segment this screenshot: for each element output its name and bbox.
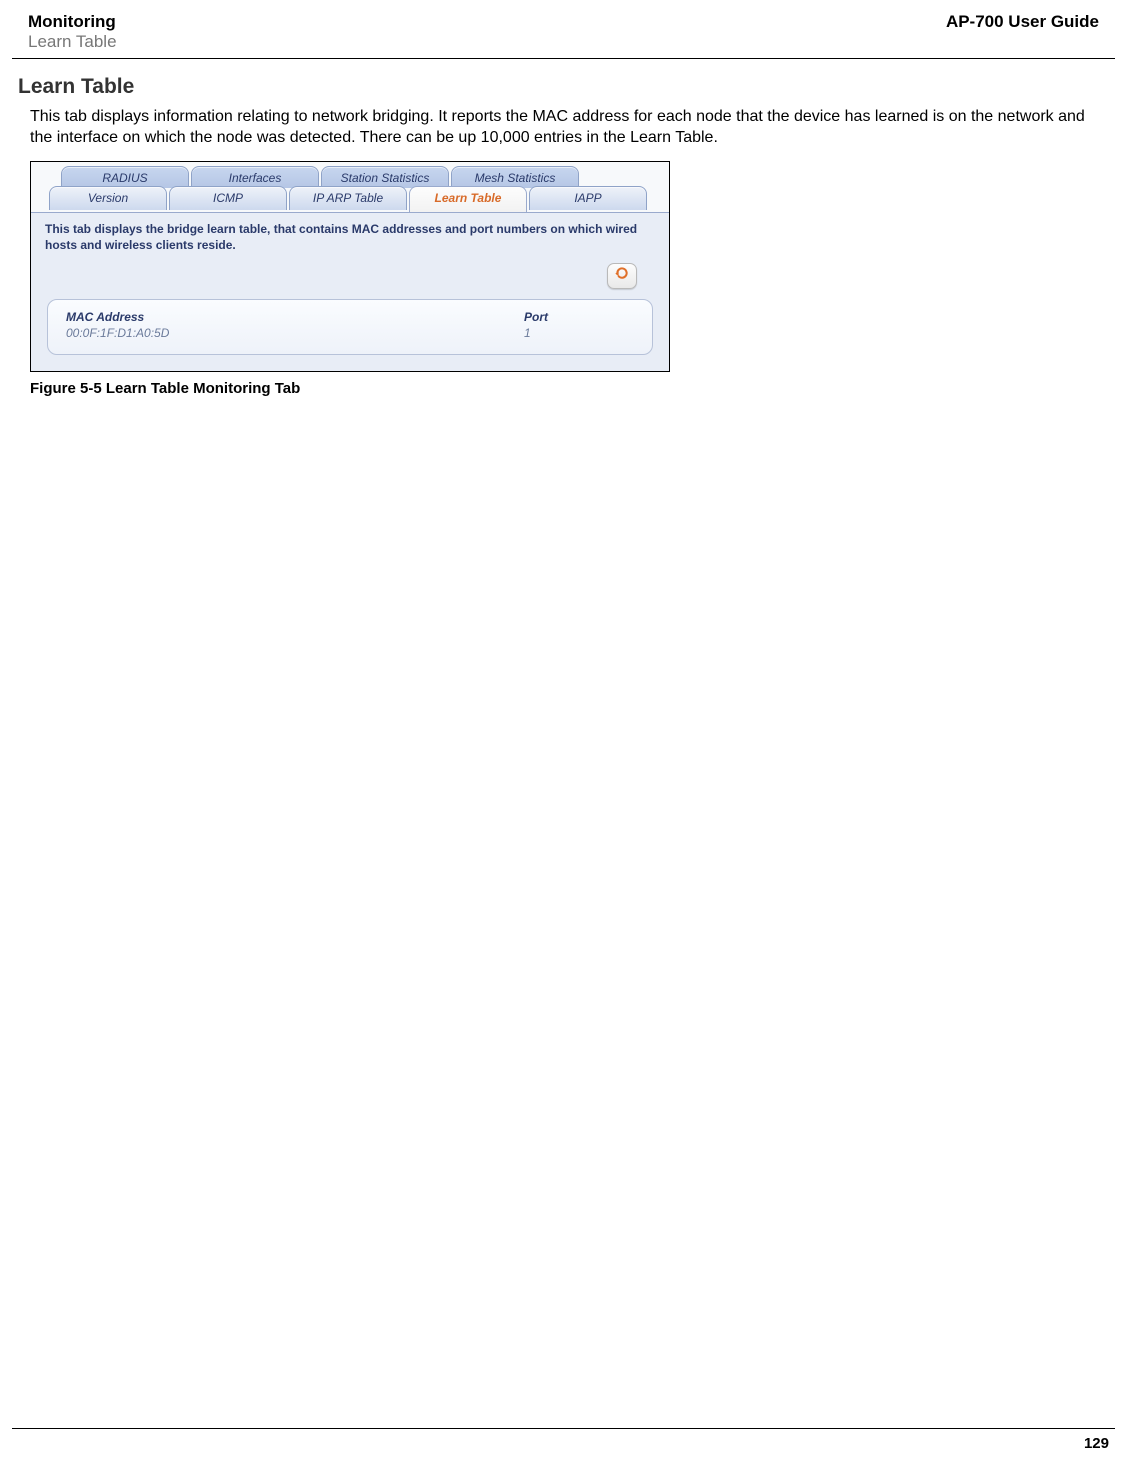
figure-caption: Figure 5-5 Learn Table Monitoring Tab [24,380,1103,397]
tab-mesh-statistics[interactable]: Mesh Statistics [451,166,579,188]
section-body: This tab displays information relating t… [24,107,1103,149]
page-number: 129 [1084,1435,1109,1452]
cell-mac: 00:0F:1F:D1:A0:5D [66,326,524,340]
tab-learn-table[interactable]: Learn Table [409,186,527,212]
header-subtitle: Learn Table [28,32,117,52]
col-header-mac: MAC Address [66,310,524,324]
col-header-port: Port [524,310,634,324]
learn-table-box: MAC Address Port 00:0F:1F:D1:A0:5D 1 [47,299,653,355]
header-guide: AP-700 User Guide [946,12,1099,52]
tab-ip-arp-table[interactable]: IP ARP Table [289,186,407,210]
header-title: Monitoring [28,12,117,32]
page-content: Learn Table This tab displays informatio… [0,59,1127,397]
tab-iapp[interactable]: IAPP [529,186,647,210]
tabs-back-row: RADIUS Interfaces Station Statistics Mes… [43,166,669,188]
refresh-icon [614,265,630,286]
tab-version[interactable]: Version [49,186,167,210]
tab-station-statistics[interactable]: Station Statistics [321,166,449,188]
refresh-button[interactable] [607,263,637,289]
panel-blurb: This tab displays the bridge learn table… [45,221,655,253]
page-header: Monitoring Learn Table AP-700 User Guide [12,0,1115,59]
tab-radius[interactable]: RADIUS [61,166,189,188]
header-left: Monitoring Learn Table [28,12,117,52]
table-header-row: MAC Address Port [66,310,634,324]
embedded-screenshot: RADIUS Interfaces Station Statistics Mes… [30,161,670,372]
table-row: 00:0F:1F:D1:A0:5D 1 [66,324,634,340]
tab-icmp[interactable]: ICMP [169,186,287,210]
refresh-row [45,263,655,289]
section-heading: Learn Table [18,69,1103,107]
page-footer: 129 [12,1428,1115,1452]
cell-port: 1 [524,326,634,340]
tab-interfaces[interactable]: Interfaces [191,166,319,188]
tabs-front-row: Version ICMP IP ARP Table Learn Table IA… [31,186,669,212]
panel-body: This tab displays the bridge learn table… [31,212,669,371]
